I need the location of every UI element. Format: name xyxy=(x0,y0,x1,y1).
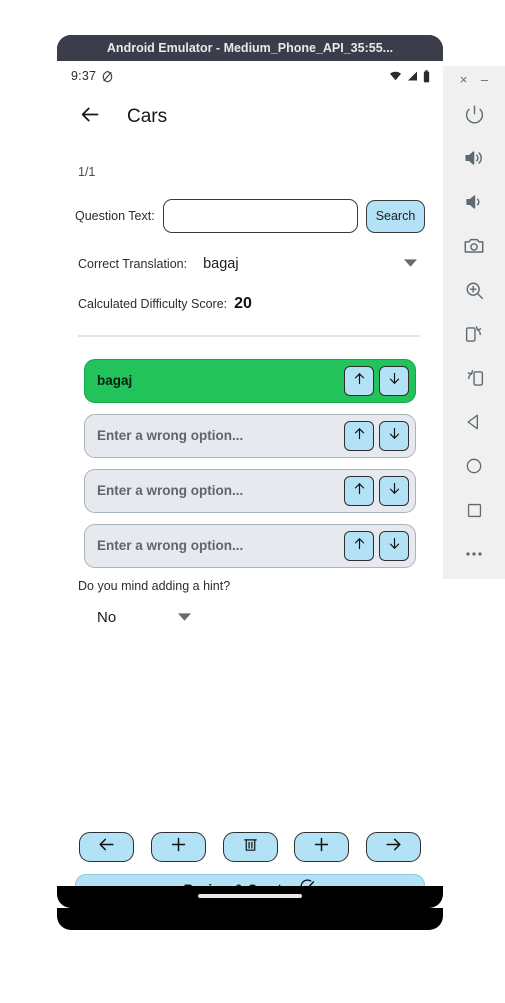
move-option-down-button[interactable] xyxy=(379,530,409,561)
emulator-side-toolbar: × – xyxy=(443,66,505,579)
previous-button[interactable] xyxy=(79,832,134,862)
status-bar-right xyxy=(388,69,431,83)
answer-option-text[interactable]: Enter a wrong option... xyxy=(97,538,339,553)
hint-select[interactable]: No xyxy=(75,609,425,627)
answer-option-row[interactable]: Enter a wrong option... xyxy=(84,523,416,568)
hint-question-label: Do you mind adding a hint? xyxy=(78,578,231,593)
answer-option-text[interactable]: Enter a wrong option... xyxy=(97,483,339,498)
move-option-up-button[interactable] xyxy=(344,475,374,506)
question-text-row: Question Text: Search xyxy=(75,199,425,233)
page-counter: 1/1 xyxy=(78,165,96,179)
zoom-icon[interactable] xyxy=(452,268,496,312)
trash-icon xyxy=(242,836,259,858)
status-bar-left: 9:37 xyxy=(71,69,114,83)
volume-down-icon[interactable] xyxy=(452,180,496,224)
emulator-title-bar: Android Emulator - Medium_Phone_API_35:5… xyxy=(57,35,443,61)
cellular-signal-icon xyxy=(406,70,419,82)
move-option-up-button[interactable] xyxy=(344,420,374,451)
next-button[interactable] xyxy=(366,832,421,862)
more-icon[interactable] xyxy=(452,532,496,576)
hint-selected-value: No xyxy=(97,609,117,626)
search-button[interactable]: Search xyxy=(366,199,425,233)
emulator-window-controls: × – xyxy=(443,66,505,92)
answer-option-text[interactable]: bagaj xyxy=(97,373,339,388)
correct-translation-value: bagaj xyxy=(203,256,239,272)
move-option-up-button[interactable] xyxy=(344,365,374,396)
question-text-label: Question Text: xyxy=(75,209,155,223)
android-status-bar: 9:37 xyxy=(57,61,443,91)
arrow-up-icon xyxy=(352,536,367,556)
do-not-disturb-icon xyxy=(101,70,114,83)
page-title: Cars xyxy=(127,106,168,127)
battery-icon xyxy=(422,69,431,83)
question-text-input[interactable] xyxy=(162,199,358,233)
add-before-button[interactable] xyxy=(150,832,206,862)
status-bar-clock: 9:37 xyxy=(71,69,97,83)
answer-option-row[interactable]: Enter a wrong option... xyxy=(84,413,416,458)
move-option-down-button[interactable] xyxy=(379,365,409,396)
app-bar-back-button[interactable] xyxy=(73,100,107,134)
rotate-right-icon[interactable] xyxy=(452,356,496,400)
arrow-up-icon xyxy=(352,371,367,391)
answer-option-text[interactable]: Enter a wrong option... xyxy=(97,428,339,443)
phone-screen: 9:37 Cars 1/1 Question Text: Search Corr… xyxy=(57,61,443,908)
arrow-right-icon xyxy=(384,835,403,859)
gesture-navigation-bar xyxy=(57,886,443,908)
power-icon[interactable] xyxy=(452,92,496,136)
arrow-down-icon xyxy=(387,481,402,501)
plus-icon xyxy=(312,835,331,859)
overview-square-icon[interactable] xyxy=(452,488,496,532)
back-triangle-icon[interactable] xyxy=(452,400,496,444)
correct-translation-label: Correct Translation: xyxy=(78,257,188,271)
close-icon[interactable]: × xyxy=(455,73,473,86)
move-option-up-button[interactable] xyxy=(344,530,374,561)
plus-icon xyxy=(169,835,188,859)
home-gesture-pill[interactable] xyxy=(198,894,302,898)
answer-option-row[interactable]: Enter a wrong option... xyxy=(84,468,416,513)
arrow-left-icon xyxy=(97,835,116,859)
question-editor-form: 1/1 Question Text: Search Correct Transl… xyxy=(57,165,443,908)
difficulty-score-row: Calculated Difficulty Score: 20 xyxy=(75,295,425,313)
chevron-down-icon[interactable] xyxy=(404,255,417,273)
move-option-down-button[interactable] xyxy=(379,420,409,451)
emulator-window-title: Android Emulator - Medium_Phone_API_35:5… xyxy=(106,41,394,55)
arrow-down-icon xyxy=(387,536,402,556)
home-circle-icon[interactable] xyxy=(452,444,496,488)
volume-up-icon[interactable] xyxy=(452,136,496,180)
difficulty-score-value: 20 xyxy=(234,295,252,312)
section-divider xyxy=(78,335,420,337)
arrow-up-icon xyxy=(352,481,367,501)
app-bar: Cars xyxy=(57,91,443,143)
delete-button[interactable] xyxy=(222,832,278,862)
add-after-button[interactable] xyxy=(294,832,350,862)
move-option-down-button[interactable] xyxy=(379,475,409,506)
difficulty-score-label: Calculated Difficulty Score: xyxy=(78,297,228,311)
arrow-up-icon xyxy=(352,426,367,446)
emulator-window: Android Emulator - Medium_Phone_API_35:5… xyxy=(57,35,443,930)
answer-options-list: bagaj Enter a wrong option... Enter a wron… xyxy=(75,358,425,568)
action-button-row xyxy=(75,832,425,862)
answer-option-row[interactable]: bagaj xyxy=(84,358,416,403)
arrow-down-icon xyxy=(387,371,402,391)
wifi-icon xyxy=(388,70,403,82)
camera-icon[interactable] xyxy=(452,224,496,268)
correct-translation-row[interactable]: Correct Translation: bagaj xyxy=(75,255,425,273)
arrow-down-icon xyxy=(387,426,402,446)
arrow-left-icon xyxy=(80,104,101,130)
minimize-icon[interactable]: – xyxy=(476,73,494,86)
rotate-left-icon[interactable] xyxy=(452,312,496,356)
chevron-down-icon[interactable] xyxy=(178,609,192,627)
